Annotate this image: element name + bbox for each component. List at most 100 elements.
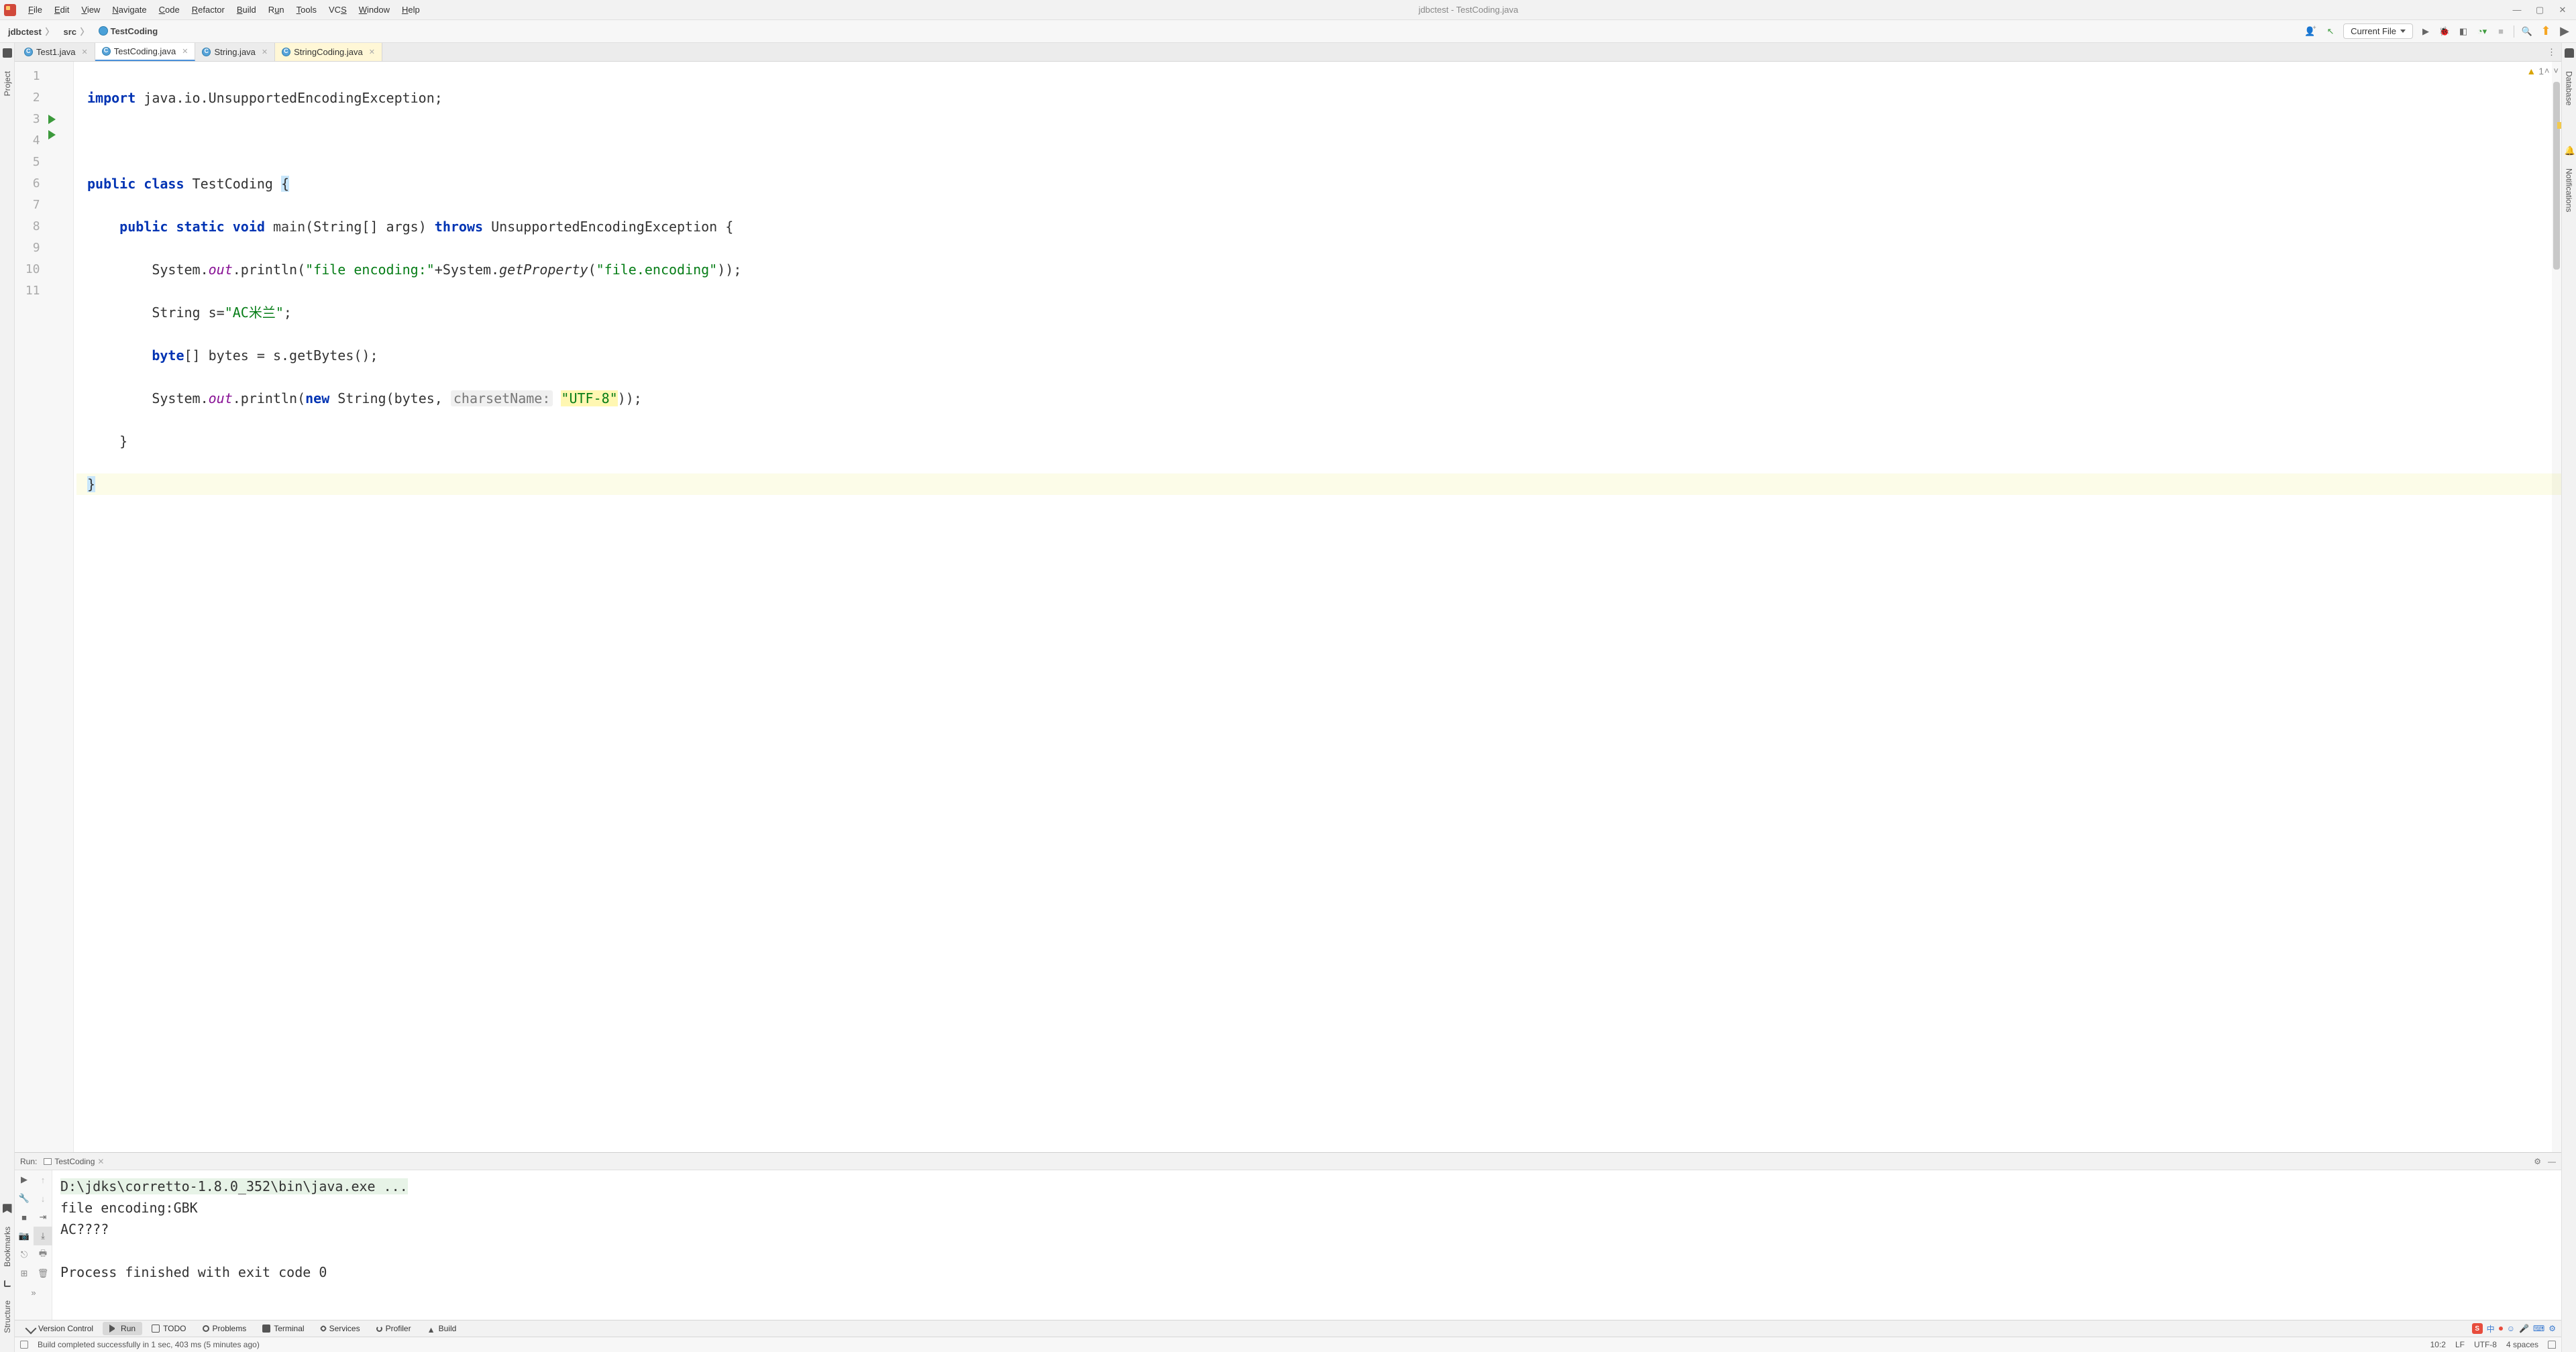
- keyboard-icon[interactable]: ⌨: [2533, 1324, 2544, 1333]
- run-anything-icon[interactable]: ▶: [2559, 25, 2571, 38]
- line-separator[interactable]: LF: [2455, 1340, 2465, 1349]
- back-arrow-icon[interactable]: ↖: [2324, 25, 2337, 38]
- crumb-folder[interactable]: src 〉: [60, 23, 93, 39]
- crumb-file[interactable]: TestCoding: [96, 25, 161, 38]
- tabs-more-icon[interactable]: ⋮: [2542, 47, 2561, 58]
- settings-tray-icon[interactable]: ⚙: [2548, 1324, 2556, 1333]
- close-run-tab-icon[interactable]: ✕: [97, 1157, 104, 1166]
- close-button[interactable]: ✕: [2557, 5, 2568, 15]
- code-area[interactable]: import java.io.UnsupportedEncodingExcept…: [74, 62, 2561, 1152]
- project-icon[interactable]: [3, 48, 12, 58]
- menu-code[interactable]: Code: [154, 2, 185, 17]
- btab-run[interactable]: Run: [103, 1322, 142, 1335]
- indent-setting[interactable]: 4 spaces: [2506, 1340, 2538, 1349]
- project-tool-button[interactable]: Project: [3, 71, 12, 96]
- edit-config-button[interactable]: 🔧: [15, 1189, 34, 1208]
- coverage-button[interactable]: ◧: [2457, 25, 2469, 38]
- btab-services[interactable]: Services: [314, 1322, 367, 1335]
- rerun-button[interactable]: ▶: [15, 1170, 34, 1189]
- more-button[interactable]: »: [15, 1283, 52, 1302]
- btab-build[interactable]: Build: [421, 1322, 464, 1335]
- messages-icon[interactable]: [20, 1341, 28, 1349]
- mic-icon[interactable]: 🎤: [2519, 1324, 2529, 1333]
- search-icon[interactable]: 🔍: [2521, 25, 2533, 38]
- menu-view[interactable]: View: [76, 2, 105, 17]
- tab-string[interactable]: String.java ✕: [195, 43, 275, 61]
- close-tab-icon[interactable]: ✕: [262, 48, 268, 56]
- bookmarks-tool-button[interactable]: Bookmarks: [3, 1227, 12, 1267]
- run-class-icon[interactable]: [48, 115, 56, 124]
- stop-run-button[interactable]: ■: [15, 1208, 34, 1227]
- close-tab-icon[interactable]: ✕: [82, 48, 88, 56]
- scrollbar-thumb[interactable]: [2553, 82, 2560, 270]
- tab-testcoding[interactable]: TestCoding.java ✕: [95, 43, 196, 61]
- run-config-tab[interactable]: TestCoding ✕: [44, 1157, 104, 1166]
- btab-profiler[interactable]: Profiler: [370, 1322, 418, 1335]
- minimize-button[interactable]: —: [2512, 5, 2522, 15]
- ime-icon[interactable]: S: [2472, 1323, 2483, 1334]
- run-settings-icon[interactable]: ⚙: [2534, 1157, 2541, 1166]
- menu-window[interactable]: Window: [354, 2, 395, 17]
- file-encoding[interactable]: UTF-8: [2474, 1340, 2497, 1349]
- menu-edit[interactable]: Edit: [49, 2, 74, 17]
- run-config-dropdown[interactable]: Current File: [2343, 23, 2413, 39]
- add-user-icon[interactable]: 👤+: [2306, 25, 2318, 38]
- btab-terminal[interactable]: Terminal: [256, 1322, 311, 1335]
- profile-button[interactable]: ◔▾: [2476, 25, 2488, 38]
- breadcrumb: jdbctest 〉 src 〉 TestCoding: [5, 23, 160, 39]
- menu-help[interactable]: Help: [396, 2, 425, 17]
- menu-navigate[interactable]: Navigate: [107, 2, 152, 17]
- database-icon[interactable]: [2565, 48, 2574, 58]
- btab-problems[interactable]: Problems: [196, 1322, 254, 1335]
- gutter: 1 2 3 4 5 6 7 8 9 10 11: [15, 62, 74, 1152]
- lock-icon[interactable]: [2548, 1341, 2556, 1349]
- menu-refactor[interactable]: Refactor: [186, 2, 230, 17]
- menu-file[interactable]: File: [23, 2, 48, 17]
- up-button[interactable]: ↑: [34, 1170, 52, 1189]
- btab-version-control[interactable]: Version Control: [20, 1322, 100, 1335]
- application-icon: [44, 1158, 52, 1165]
- menu-run[interactable]: Run: [263, 2, 290, 17]
- close-tab-icon[interactable]: ✕: [369, 48, 375, 56]
- tab-stringcoding[interactable]: StringCoding.java ✕: [275, 43, 382, 61]
- tab-test1[interactable]: Test1.java ✕: [17, 43, 95, 61]
- fold-up-icon[interactable]: ˄: [2544, 66, 2550, 76]
- menu-vcs[interactable]: VCS: [323, 2, 352, 17]
- layout-button[interactable]: ⊞: [15, 1264, 34, 1283]
- maximize-button[interactable]: ▢: [2534, 5, 2545, 15]
- structure-tool-button[interactable]: Structure: [3, 1300, 12, 1333]
- trash-button[interactable]: 🗑: [34, 1264, 52, 1283]
- menu-build[interactable]: Build: [231, 2, 262, 17]
- close-tab-icon[interactable]: ✕: [182, 47, 188, 56]
- emoji-icon[interactable]: ☺: [2507, 1324, 2515, 1333]
- editor-scrollbar[interactable]: [2552, 62, 2561, 1152]
- update-icon[interactable]: ⬆: [2540, 25, 2552, 38]
- camera-button[interactable]: 📷: [15, 1227, 34, 1245]
- notifications-tool-button[interactable]: Notifications: [2565, 168, 2574, 212]
- cn-icon[interactable]: 中: [2487, 1323, 2495, 1335]
- run-button[interactable]: ▶: [2420, 25, 2432, 38]
- run-main-icon[interactable]: [48, 130, 56, 139]
- bell-icon[interactable]: 🔔: [2565, 146, 2574, 155]
- exit-button[interactable]: ⎋: [15, 1245, 34, 1264]
- print-button[interactable]: 🖶: [34, 1245, 52, 1264]
- scroll-end-button[interactable]: ⤓: [34, 1227, 52, 1245]
- down-button[interactable]: ↓: [34, 1189, 52, 1208]
- crumb-project[interactable]: jdbctest 〉: [5, 23, 58, 39]
- console-output[interactable]: D:\jdks\corretto-1.8.0_352\bin\java.exe …: [52, 1170, 2561, 1320]
- inspection-badge[interactable]: ▲ 1: [2526, 66, 2544, 76]
- structure-icon[interactable]: [4, 1280, 11, 1287]
- soft-wrap-button[interactable]: ⇥: [34, 1208, 52, 1227]
- tray-dot-1[interactable]: [2499, 1327, 2503, 1331]
- terminal-icon: [262, 1325, 270, 1333]
- error-stripe-mark[interactable]: [2557, 122, 2561, 129]
- debug-button[interactable]: 🐞: [2438, 25, 2451, 38]
- btab-todo[interactable]: TODO: [145, 1322, 193, 1335]
- hide-run-icon[interactable]: —: [2548, 1157, 2556, 1166]
- menu-tools[interactable]: Tools: [291, 2, 322, 17]
- caret-position[interactable]: 10:2: [2430, 1340, 2446, 1349]
- code-editor[interactable]: 1 2 3 4 5 6 7 8 9 10 11: [15, 62, 2561, 1152]
- stop-button[interactable]: ■: [2495, 25, 2507, 38]
- bookmark-icon[interactable]: [3, 1204, 12, 1213]
- database-tool-button[interactable]: Database: [2565, 71, 2574, 105]
